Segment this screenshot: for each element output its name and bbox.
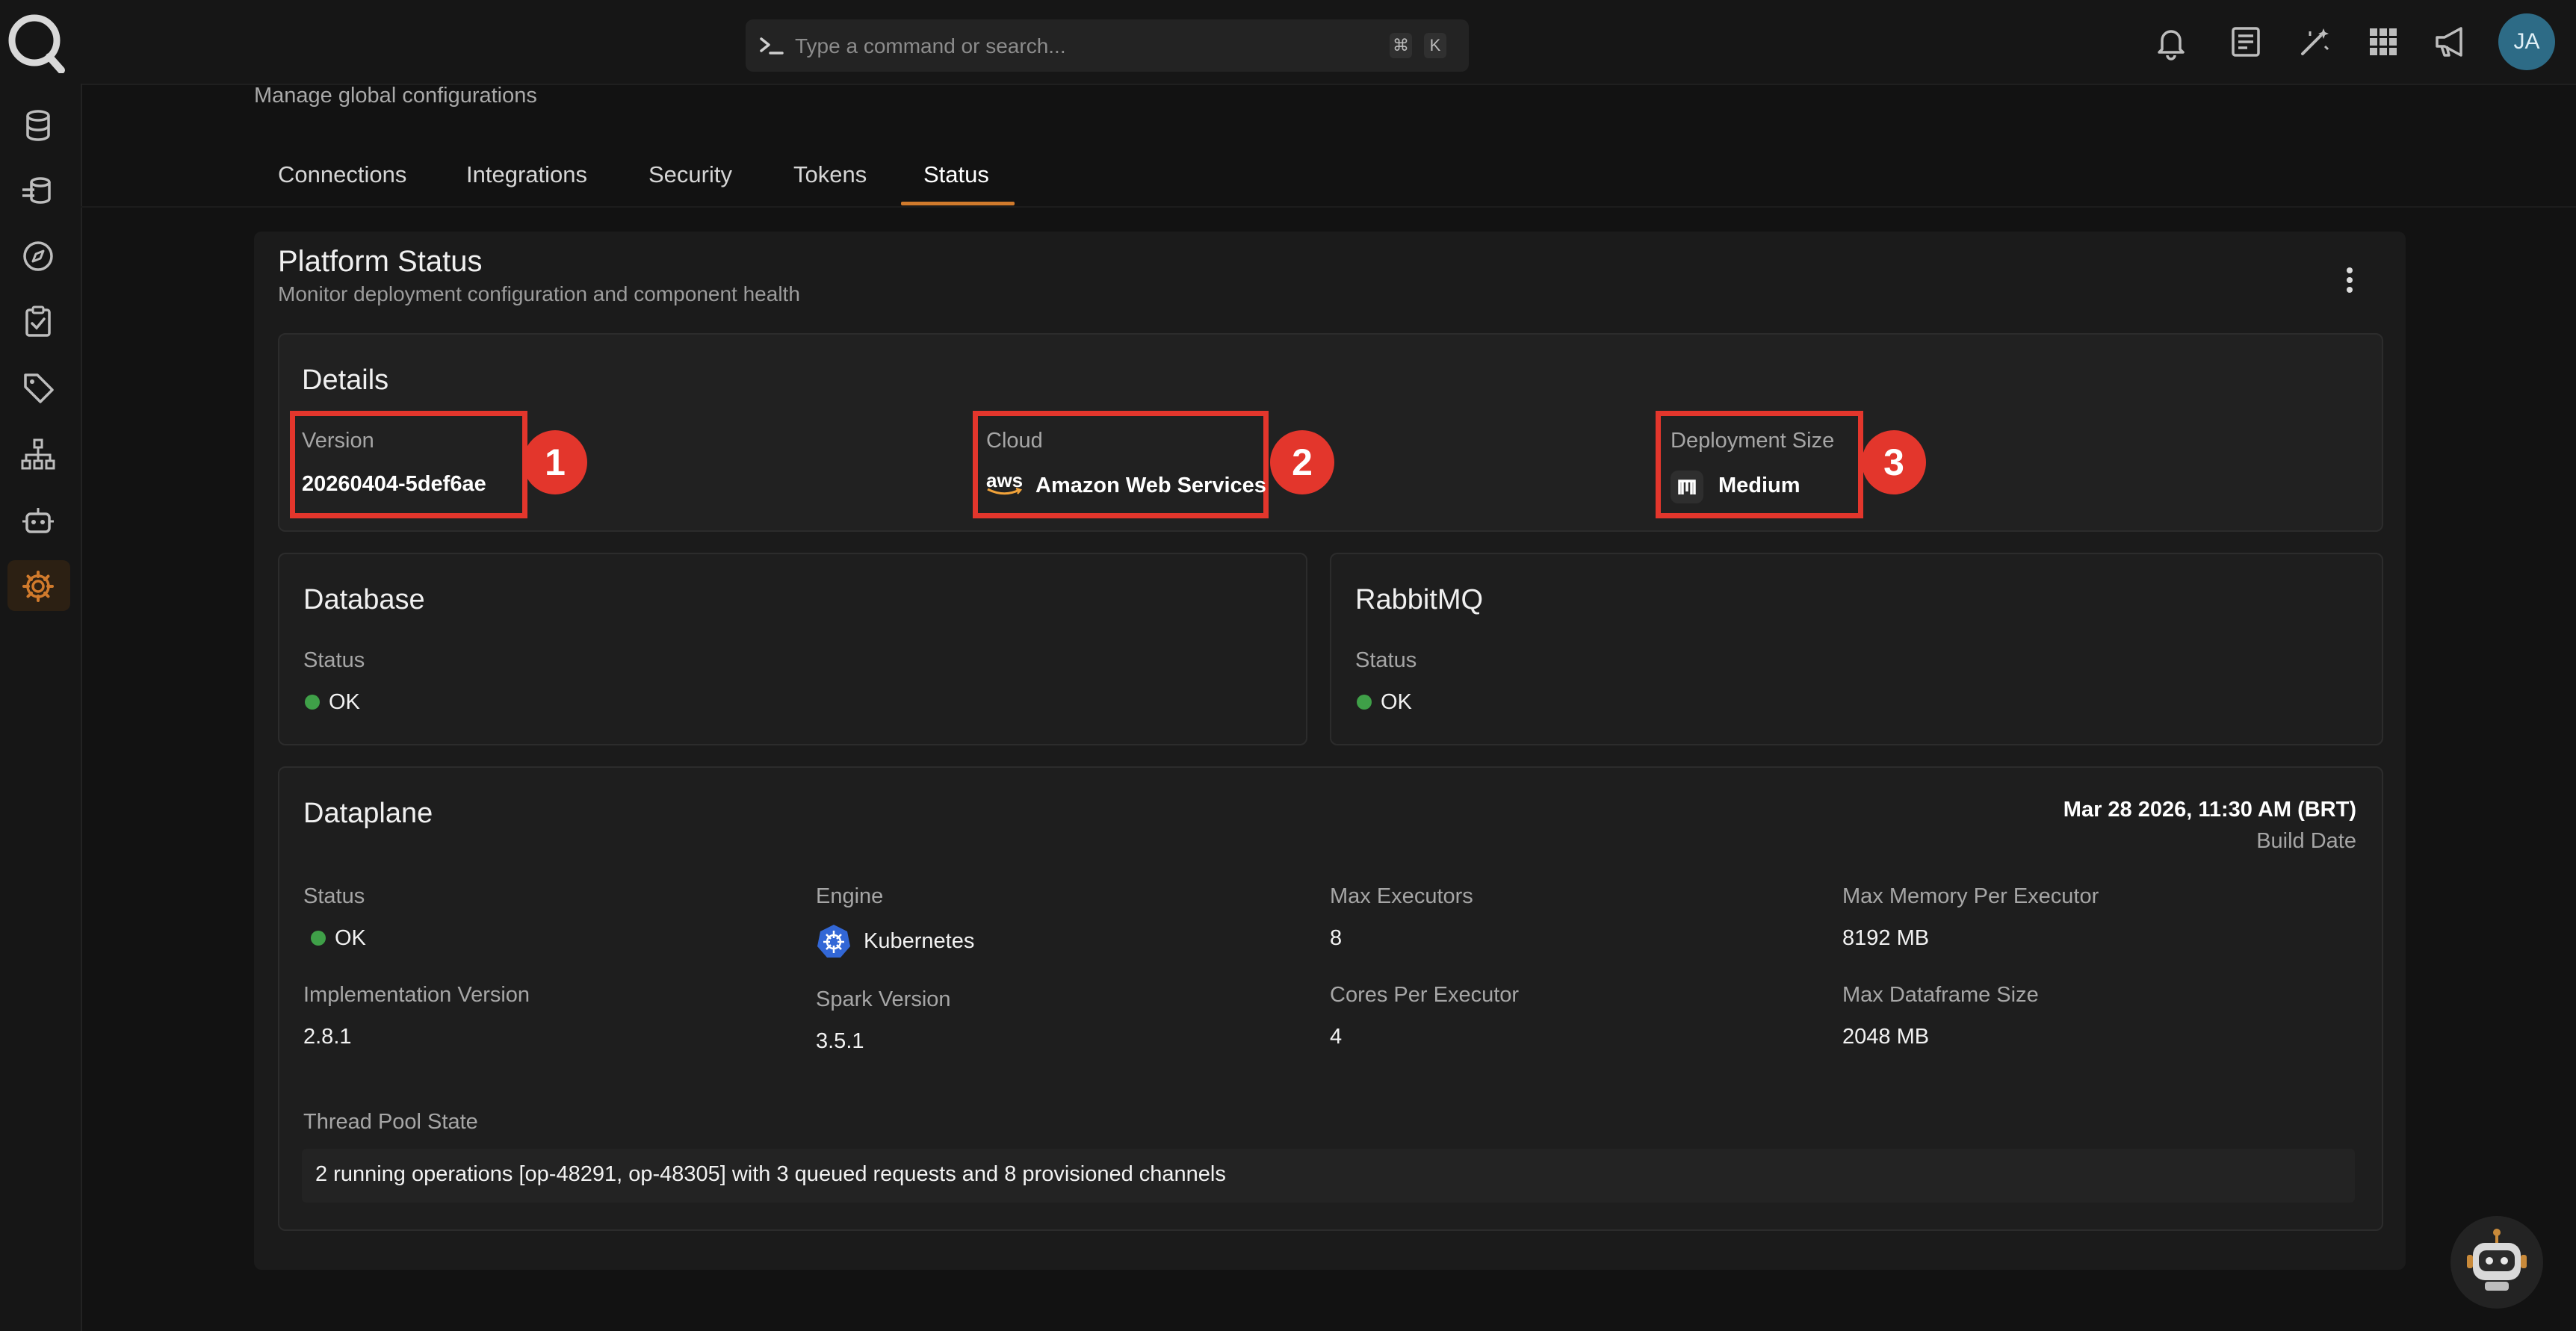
cores-per-executor-value: 4 xyxy=(1330,1025,1343,1049)
tag-icon[interactable] xyxy=(19,369,57,406)
rabbitmq-panel xyxy=(1330,553,2383,745)
dataplane-status-value: OK xyxy=(335,926,366,950)
dataplane-status-label: Status xyxy=(303,884,365,908)
version-label: Version xyxy=(302,429,374,453)
tab-connections[interactable]: Connections xyxy=(278,161,406,188)
shortcut-k-key: K xyxy=(1424,33,1446,58)
engine-value: Kubernetes xyxy=(864,929,975,953)
shortcut-mod-key: ⌘ xyxy=(1390,33,1412,58)
clipboard-check-icon[interactable] xyxy=(19,302,57,340)
compass-icon[interactable] xyxy=(19,238,57,275)
annotation-box-1 xyxy=(290,411,527,518)
tab-security[interactable]: Security xyxy=(648,161,732,188)
settings-tabs: Connections Integrations Security Tokens… xyxy=(254,149,1076,208)
annotation-box-2 xyxy=(973,411,1269,518)
kubernetes-icon xyxy=(817,925,850,958)
details-panel xyxy=(278,333,2383,532)
deployment-size-label: Deployment Size xyxy=(1671,429,1835,453)
data-pipeline-icon[interactable] xyxy=(19,172,57,209)
version-value: 20260404-5def6ae xyxy=(302,472,486,496)
terminal-icon xyxy=(760,37,784,55)
spark-version-value: 3.5.1 xyxy=(816,1029,864,1053)
max-executors-value: 8 xyxy=(1330,926,1343,950)
max-dataframe-size-label: Max Dataframe Size xyxy=(1842,983,2039,1007)
max-dataframe-size-value: 2048 MB xyxy=(1842,1025,1930,1049)
thread-pool-label: Thread Pool State xyxy=(303,1110,478,1134)
database-status-value: OK xyxy=(329,690,360,714)
magic-wand-icon[interactable] xyxy=(2295,22,2334,61)
rabbitmq-status-label: Status xyxy=(1355,648,1417,672)
tab-tokens[interactable]: Tokens xyxy=(793,161,867,188)
dataplane-status-dot xyxy=(311,931,326,946)
cloud-label: Cloud xyxy=(986,429,1043,453)
database-status-label: Status xyxy=(303,648,365,672)
tab-integrations[interactable]: Integrations xyxy=(466,161,587,188)
rabbitmq-status-dot xyxy=(1357,695,1372,710)
max-memory-value: 8192 MB xyxy=(1842,926,1930,950)
search-input[interactable] xyxy=(793,28,1364,64)
app-logo[interactable] xyxy=(6,10,66,73)
annotation-badge-1: 1 xyxy=(523,430,587,494)
assistant-robot-icon xyxy=(2467,1229,2527,1291)
apps-grid-icon[interactable] xyxy=(2364,22,2403,61)
engine-label: Engine xyxy=(816,884,884,908)
max-executors-label: Max Executors xyxy=(1330,884,1473,908)
megaphone-icon[interactable] xyxy=(2431,22,2470,61)
bell-icon[interactable] xyxy=(2152,22,2190,61)
command-search-box[interactable]: ⌘ K xyxy=(746,19,1469,72)
deployment-size-value: Medium xyxy=(1718,474,1801,497)
size-medium-icon xyxy=(1671,471,1703,503)
thread-pool-value: 2 running operations [op-48291, op-48305… xyxy=(315,1162,1226,1186)
details-title: Details xyxy=(302,364,389,396)
rabbitmq-status-value: OK xyxy=(1381,690,1412,714)
platform-status-subtitle: Monitor deployment configuration and com… xyxy=(278,282,800,305)
annotation-badge-2: 2 xyxy=(1270,430,1334,494)
annotation-badge-3: 3 xyxy=(1862,430,1926,494)
page-subtitle: Manage global configurations xyxy=(254,84,537,108)
dataplane-title: Dataplane xyxy=(303,798,433,829)
rabbitmq-title: RabbitMQ xyxy=(1355,584,1484,615)
spark-version-label: Spark Version xyxy=(816,987,951,1011)
platform-status-title: Platform Status xyxy=(278,245,483,278)
database-status-dot xyxy=(305,695,320,710)
implementation-version-value: 2.8.1 xyxy=(303,1025,352,1049)
gear-icon[interactable] xyxy=(19,568,57,605)
aws-smile-icon xyxy=(987,487,1023,495)
active-tab-indicator xyxy=(901,202,1015,205)
database-title: Database xyxy=(303,584,425,615)
document-icon[interactable] xyxy=(2226,22,2265,61)
implementation-version-label: Implementation Version xyxy=(303,983,530,1007)
tab-status[interactable]: Status xyxy=(923,161,989,188)
cores-per-executor-label: Cores Per Executor xyxy=(1330,983,1520,1007)
database-icon[interactable] xyxy=(19,107,57,144)
build-date-label: Build Date xyxy=(2256,829,2356,853)
max-memory-label: Max Memory Per Executor xyxy=(1842,884,2099,908)
cloud-value: Amazon Web Services xyxy=(1035,474,1266,497)
robot-icon[interactable] xyxy=(19,502,57,539)
user-avatar[interactable]: JA xyxy=(2498,13,2555,70)
build-date-value: Mar 28 2026, 11:30 AM (BRT) xyxy=(2063,798,2356,822)
database-panel xyxy=(278,553,1307,745)
more-options-icon[interactable] xyxy=(2338,261,2361,299)
hierarchy-icon[interactable] xyxy=(19,435,57,473)
